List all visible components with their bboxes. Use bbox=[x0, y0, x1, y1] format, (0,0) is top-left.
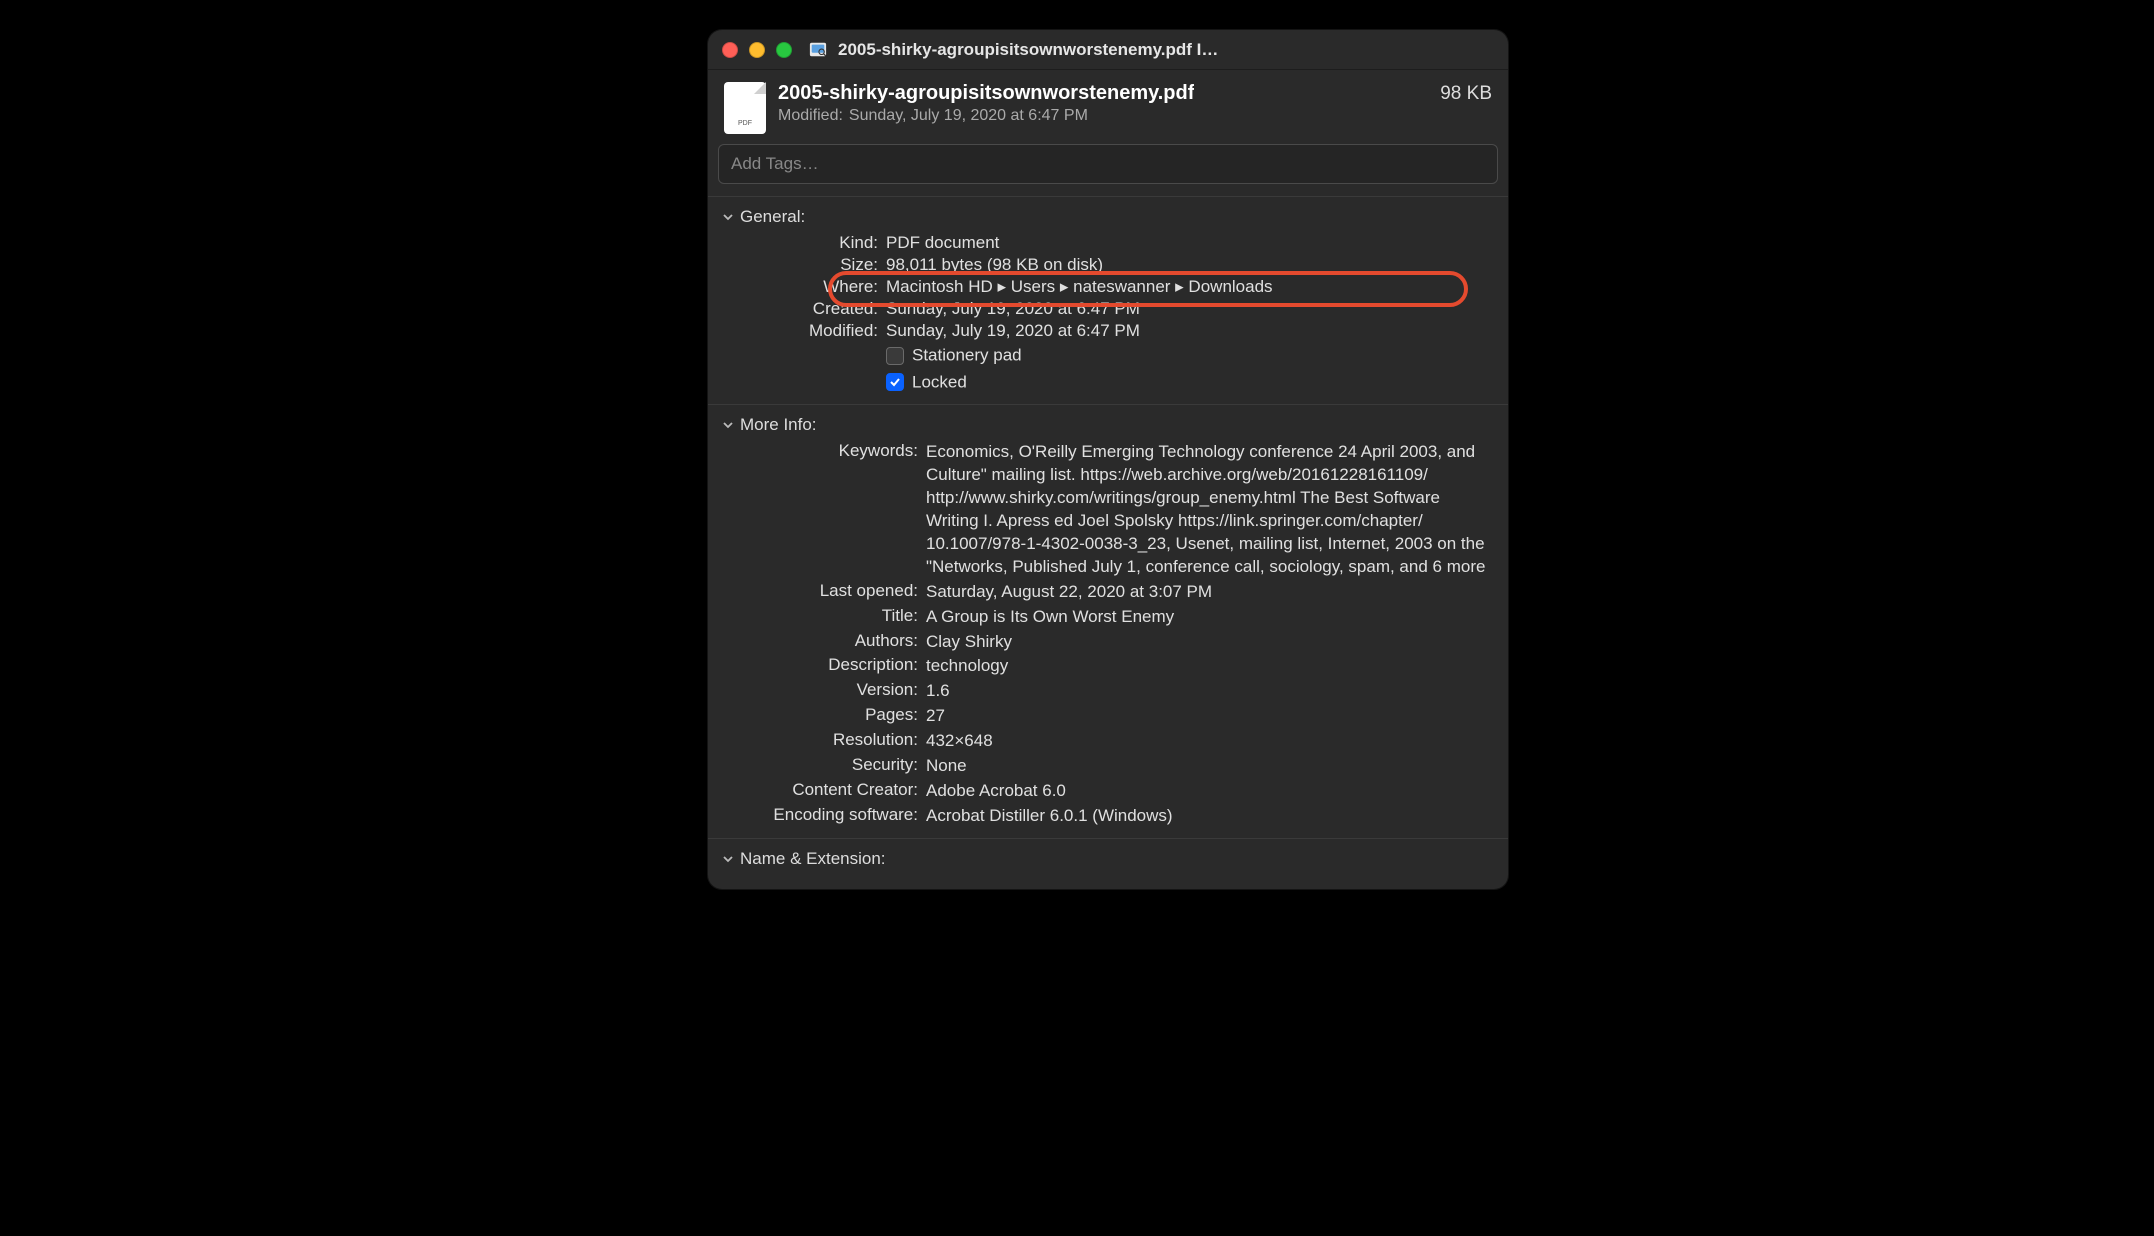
authors-value: Clay Shirky bbox=[926, 631, 1490, 654]
section-header-moreinfo[interactable]: More Info: bbox=[708, 413, 1508, 441]
section-title-moreinfo: More Info: bbox=[740, 415, 817, 435]
modified-value-gen: Sunday, July 19, 2020 at 6:47 PM bbox=[886, 321, 1490, 341]
chevron-down-icon bbox=[722, 419, 734, 431]
size-value: 98,011 bytes (98 KB on disk) bbox=[886, 255, 1490, 275]
chevron-down-icon bbox=[722, 853, 734, 865]
creator-value: Adobe Acrobat 6.0 bbox=[926, 780, 1490, 803]
keywords-label: Keywords: bbox=[718, 441, 918, 579]
section-general: General: Kind: PDF document Size: 98,011… bbox=[708, 196, 1508, 404]
traffic-lights bbox=[722, 42, 792, 58]
kind-label: Kind: bbox=[718, 233, 878, 253]
stationery-checkbox[interactable] bbox=[886, 347, 904, 365]
encoding-label: Encoding software: bbox=[718, 805, 918, 828]
window-title: 2005-shirky-agroupisitsownworstenemy.pdf… bbox=[838, 40, 1494, 60]
locked-row: Locked bbox=[708, 368, 1508, 395]
file-header: PDF 2005-shirky-agroupisitsownworstenemy… bbox=[708, 70, 1508, 144]
created-label: Created: bbox=[718, 299, 878, 319]
resolution-value: 432×648 bbox=[926, 730, 1490, 753]
lastopened-label: Last opened: bbox=[718, 581, 918, 604]
section-title-nameext: Name & Extension: bbox=[740, 849, 886, 869]
titlebar[interactable]: 2005-shirky-agroupisitsownworstenemy.pdf… bbox=[708, 30, 1508, 70]
encoding-value: Acrobat Distiller 6.0.1 (Windows) bbox=[926, 805, 1490, 828]
locked-checkbox[interactable] bbox=[886, 373, 904, 391]
modified-value: Sunday, July 19, 2020 at 6:47 PM bbox=[849, 107, 1088, 124]
where-value: Macintosh HD ▸ Users ▸ nateswanner ▸ Dow… bbox=[886, 277, 1273, 296]
header-modified: Modified: Sunday, July 19, 2020 at 6:47 P… bbox=[778, 107, 1492, 125]
security-label: Security: bbox=[718, 755, 918, 778]
created-value: Sunday, July 19, 2020 at 6:47 PM bbox=[886, 299, 1490, 319]
minimize-window-button[interactable] bbox=[749, 42, 765, 58]
section-name-extension: Name & Extension: bbox=[708, 838, 1508, 889]
close-window-button[interactable] bbox=[722, 42, 738, 58]
size-label: Size: bbox=[718, 255, 878, 275]
title-value: A Group is Its Own Worst Enemy bbox=[926, 606, 1490, 629]
tags-placeholder: Add Tags… bbox=[731, 154, 819, 174]
modified-label: Modified: bbox=[778, 107, 843, 124]
pdf-badge: PDF bbox=[728, 120, 762, 128]
stationery-label: Stationery pad bbox=[912, 346, 1022, 365]
pages-value: 27 bbox=[926, 705, 1490, 728]
version-value: 1.6 bbox=[926, 680, 1490, 703]
file-name: 2005-shirky-agroupisitsownworstenemy.pdf bbox=[778, 82, 1194, 105]
section-title-general: General: bbox=[740, 207, 805, 227]
authors-label: Authors: bbox=[718, 631, 918, 654]
where-value-container: Macintosh HD ▸ Users ▸ nateswanner ▸ Dow… bbox=[886, 277, 1490, 297]
section-header-nameext[interactable]: Name & Extension: bbox=[708, 847, 1508, 875]
zoom-window-button[interactable] bbox=[776, 42, 792, 58]
section-header-general[interactable]: General: bbox=[708, 205, 1508, 233]
get-info-window: 2005-shirky-agroupisitsownworstenemy.pdf… bbox=[708, 30, 1508, 889]
title-label: Title: bbox=[718, 606, 918, 629]
preview-app-icon bbox=[808, 40, 828, 60]
file-size: 98 KB bbox=[1440, 83, 1492, 105]
kind-value: PDF document bbox=[886, 233, 1490, 253]
modified-label-gen: Modified: bbox=[718, 321, 878, 341]
lastopened-value: Saturday, August 22, 2020 at 3:07 PM bbox=[926, 581, 1490, 604]
where-label: Where: bbox=[718, 277, 878, 297]
chevron-down-icon bbox=[722, 211, 734, 223]
resolution-label: Resolution: bbox=[718, 730, 918, 753]
security-value: None bbox=[926, 755, 1490, 778]
tags-input[interactable]: Add Tags… bbox=[718, 144, 1498, 184]
file-icon: PDF bbox=[724, 82, 766, 134]
stationery-row: Stationery pad bbox=[708, 341, 1508, 368]
description-label: Description: bbox=[718, 655, 918, 678]
section-more-info: More Info: Keywords: Economics, O'Reilly… bbox=[708, 404, 1508, 838]
version-label: Version: bbox=[718, 680, 918, 703]
locked-label: Locked bbox=[912, 372, 967, 391]
keywords-value: Economics, O'Reilly Emerging Technology … bbox=[926, 441, 1490, 579]
pages-label: Pages: bbox=[718, 705, 918, 728]
description-value: technology bbox=[926, 655, 1490, 678]
creator-label: Content Creator: bbox=[718, 780, 918, 803]
